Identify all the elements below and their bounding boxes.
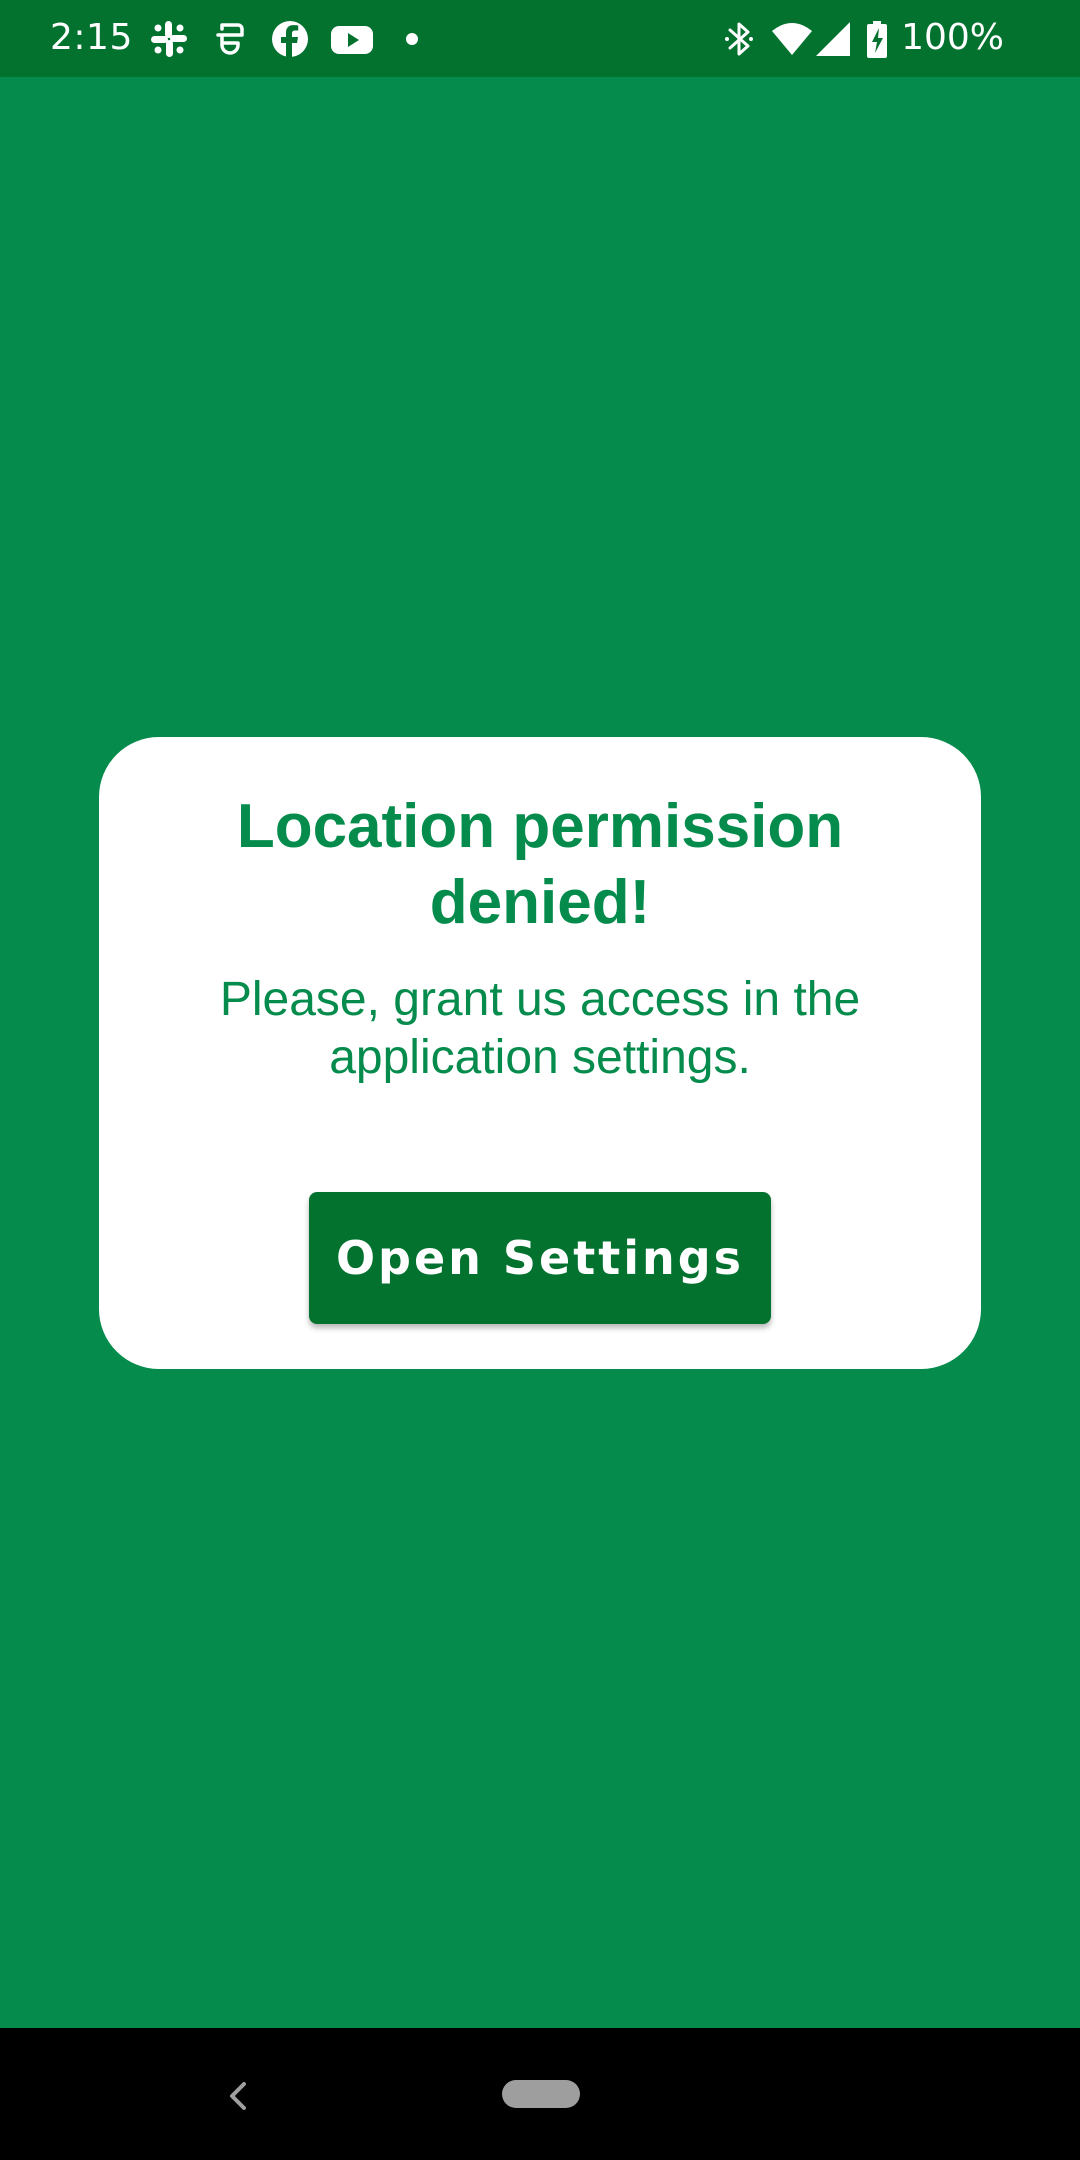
status-bar: 2:15 100% [0, 0, 1080, 77]
cell-signal-icon [814, 19, 852, 59]
home-pill[interactable] [502, 2080, 580, 2108]
facebook-icon [270, 19, 310, 59]
battery-charging-icon [864, 19, 890, 59]
more-notifications-dot-icon [400, 19, 424, 59]
dialog-title: Location permission denied! [236, 792, 844, 937]
bluetooth-icon [722, 19, 756, 59]
open-settings-button[interactable]: Open Settings [309, 1192, 771, 1324]
slack-icon [149, 19, 189, 59]
battery-percentage: 100% [901, 17, 1004, 58]
dialog-message: Please, grant us access in the applicati… [219, 973, 861, 1084]
face-app-icon [210, 19, 250, 59]
permission-dialog: Location permission denied! Please, gran… [99, 737, 981, 1369]
navigation-bar [0, 2028, 1080, 2160]
youtube-icon [330, 19, 374, 59]
status-time: 2:15 [50, 17, 133, 58]
wifi-icon [770, 19, 814, 59]
screen: 2:15 100% Location permission denied! Pl… [0, 0, 1080, 2160]
back-icon[interactable] [220, 2076, 256, 2116]
